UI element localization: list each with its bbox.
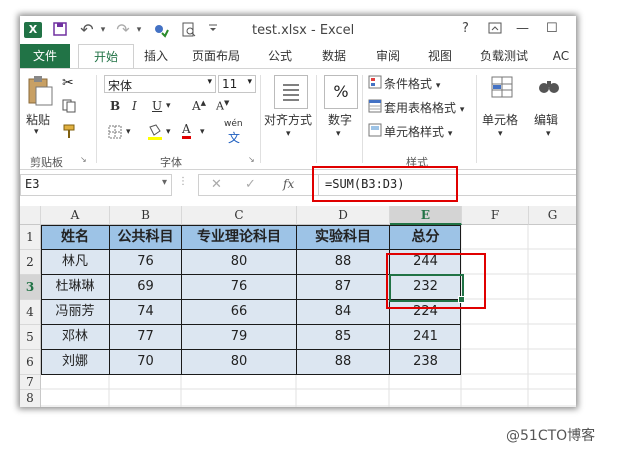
number-dropdown-icon[interactable]: ▾ — [336, 129, 341, 139]
bold-button[interactable]: B — [110, 99, 120, 113]
font-size-select[interactable]: 11 ▾ — [218, 75, 256, 93]
border-icon[interactable] — [108, 125, 122, 142]
tab-data[interactable]: 数据 — [314, 44, 354, 68]
table-format-icon — [368, 99, 382, 116]
ribbon-tabs: 文件 开始 插入 页面布局 公式 数据 审阅 视图 负载测试 AC — [20, 44, 576, 69]
paste-dropdown-icon[interactable]: ▾ — [34, 127, 39, 137]
fill-color-dropdown-icon[interactable]: ▾ — [166, 127, 171, 137]
find-binoculars-icon[interactable] — [538, 75, 560, 100]
font-color-dropdown-icon[interactable]: ▾ — [200, 127, 205, 137]
cells-dropdown-icon[interactable]: ▾ — [498, 129, 503, 139]
editing-button[interactable]: 编辑 — [534, 111, 558, 128]
cells-button[interactable]: 单元格 — [482, 111, 518, 128]
save-icon[interactable] — [52, 22, 68, 38]
alignment-dropdown-icon[interactable]: ▾ — [286, 129, 291, 139]
phonetic-icon: 文 — [228, 131, 241, 145]
paste-icon[interactable] — [26, 75, 54, 110]
number-format-icon[interactable]: % — [324, 75, 358, 109]
font-color-button[interactable]: A — [182, 122, 191, 139]
customize-qat-icon[interactable] — [206, 22, 220, 38]
copy-icon[interactable] — [62, 99, 78, 116]
border-dropdown-icon[interactable]: ▾ — [126, 127, 131, 137]
help-button[interactable]: ? — [462, 21, 469, 36]
editing-dropdown-icon[interactable]: ▾ — [546, 129, 551, 139]
excel-window: X ↶ ▾ ↷ ▾ test.xlsx - Excel ? — ☐ 文件 开始 … — [20, 16, 576, 407]
minimize-button[interactable]: — — [516, 21, 529, 36]
grow-font-button[interactable]: A▲ — [192, 99, 206, 113]
underline-dropdown-icon[interactable]: ▾ — [166, 101, 171, 111]
font-name-select[interactable]: 宋体 ▾ — [104, 75, 216, 93]
watermark: @51CTO博客 — [506, 428, 596, 444]
spellcheck-icon[interactable] — [152, 22, 170, 38]
tab-view[interactable]: 视图 — [420, 44, 460, 68]
italic-button[interactable]: I — [132, 99, 137, 113]
formula-bar-handle-icon: ⋮ — [178, 176, 188, 187]
insert-function-button[interactable]: fx — [283, 177, 294, 191]
name-box[interactable]: E3 ▾ — [20, 174, 172, 196]
conditional-format-icon — [368, 75, 382, 92]
formula-bar: E3 ▾ ⋮ ✕ ✓ fx =SUM(B3:D3) — [20, 166, 576, 202]
shrink-font-button[interactable]: A▼ — [216, 99, 229, 113]
tab-load-test[interactable]: 负载测试 — [472, 44, 536, 68]
fill-color-icon[interactable] — [146, 123, 164, 144]
enter-formula-button[interactable]: ✓ — [245, 177, 256, 192]
ribbon: 粘贴 ▾ ✂ 剪贴板 ↘ 宋体 ▾ 11 ▾ B I U ▾ A▲ A▼ ▾ ▾… — [20, 68, 576, 170]
tab-formulas[interactable]: 公式 — [260, 44, 300, 68]
paste-button[interactable]: 粘贴 — [26, 111, 50, 128]
format-painter-icon[interactable] — [62, 123, 78, 142]
table-format-button[interactable]: 套用表格格式 ▾ — [384, 99, 464, 116]
excel-logo-icon: X — [24, 22, 42, 38]
font-launcher-icon[interactable]: ↘ — [248, 155, 255, 164]
worksheet-grid: A B C D E F G 1 2 3 4 5 6 7 8 姓名 公共科目 专业… — [20, 206, 576, 407]
print-preview-icon[interactable] — [180, 22, 198, 38]
tab-insert[interactable]: 插入 — [136, 44, 176, 68]
phonetic-button[interactable]: wén — [224, 119, 243, 129]
underline-button[interactable]: U — [152, 99, 162, 113]
title-bar: X ↶ ▾ ↷ ▾ test.xlsx - Excel ? — ☐ — [20, 16, 576, 44]
conditional-format-button[interactable]: 条件格式 ▾ — [384, 75, 440, 92]
undo-icon[interactable]: ↶ — [78, 22, 96, 38]
clipboard-group-label: 剪贴板 — [30, 156, 63, 169]
tab-file[interactable]: 文件 — [20, 44, 70, 68]
alignment-icon[interactable] — [274, 75, 308, 109]
redo-icon[interactable]: ↷ — [114, 22, 132, 38]
clipboard-launcher-icon[interactable]: ↘ — [80, 155, 87, 164]
cut-icon[interactable]: ✂ — [62, 75, 74, 91]
window-title: test.xlsx - Excel — [252, 23, 355, 38]
tab-review[interactable]: 审阅 — [368, 44, 408, 68]
cell-styles-button[interactable]: 单元格样式 ▾ — [384, 123, 452, 140]
cell-highlight-annotation — [386, 253, 486, 309]
tab-ac[interactable]: AC — [546, 44, 576, 68]
maximize-button[interactable]: ☐ — [546, 21, 558, 36]
number-button[interactable]: 数字 — [328, 111, 352, 128]
alignment-button[interactable]: 对齐方式 — [264, 111, 312, 128]
redo-dropdown-icon[interactable]: ▾ — [134, 22, 144, 38]
cells-icon[interactable] — [490, 75, 514, 102]
ribbon-display-options-button[interactable] — [488, 21, 502, 39]
tab-page-layout[interactable]: 页面布局 — [184, 44, 248, 68]
formula-buttons: ✕ ✓ fx — [198, 174, 320, 196]
font-group-label: 字体 — [160, 156, 182, 169]
undo-dropdown-icon[interactable]: ▾ — [98, 22, 108, 38]
formula-highlight-annotation — [312, 166, 458, 202]
cancel-formula-button[interactable]: ✕ — [211, 177, 222, 192]
tab-home[interactable]: 开始 — [78, 44, 134, 69]
cell-styles-icon — [368, 123, 382, 140]
score-table: 姓名 公共科目 专业理论科目 实验科目 总分 林凡 76 80 88 244 杜… — [41, 225, 486, 375]
